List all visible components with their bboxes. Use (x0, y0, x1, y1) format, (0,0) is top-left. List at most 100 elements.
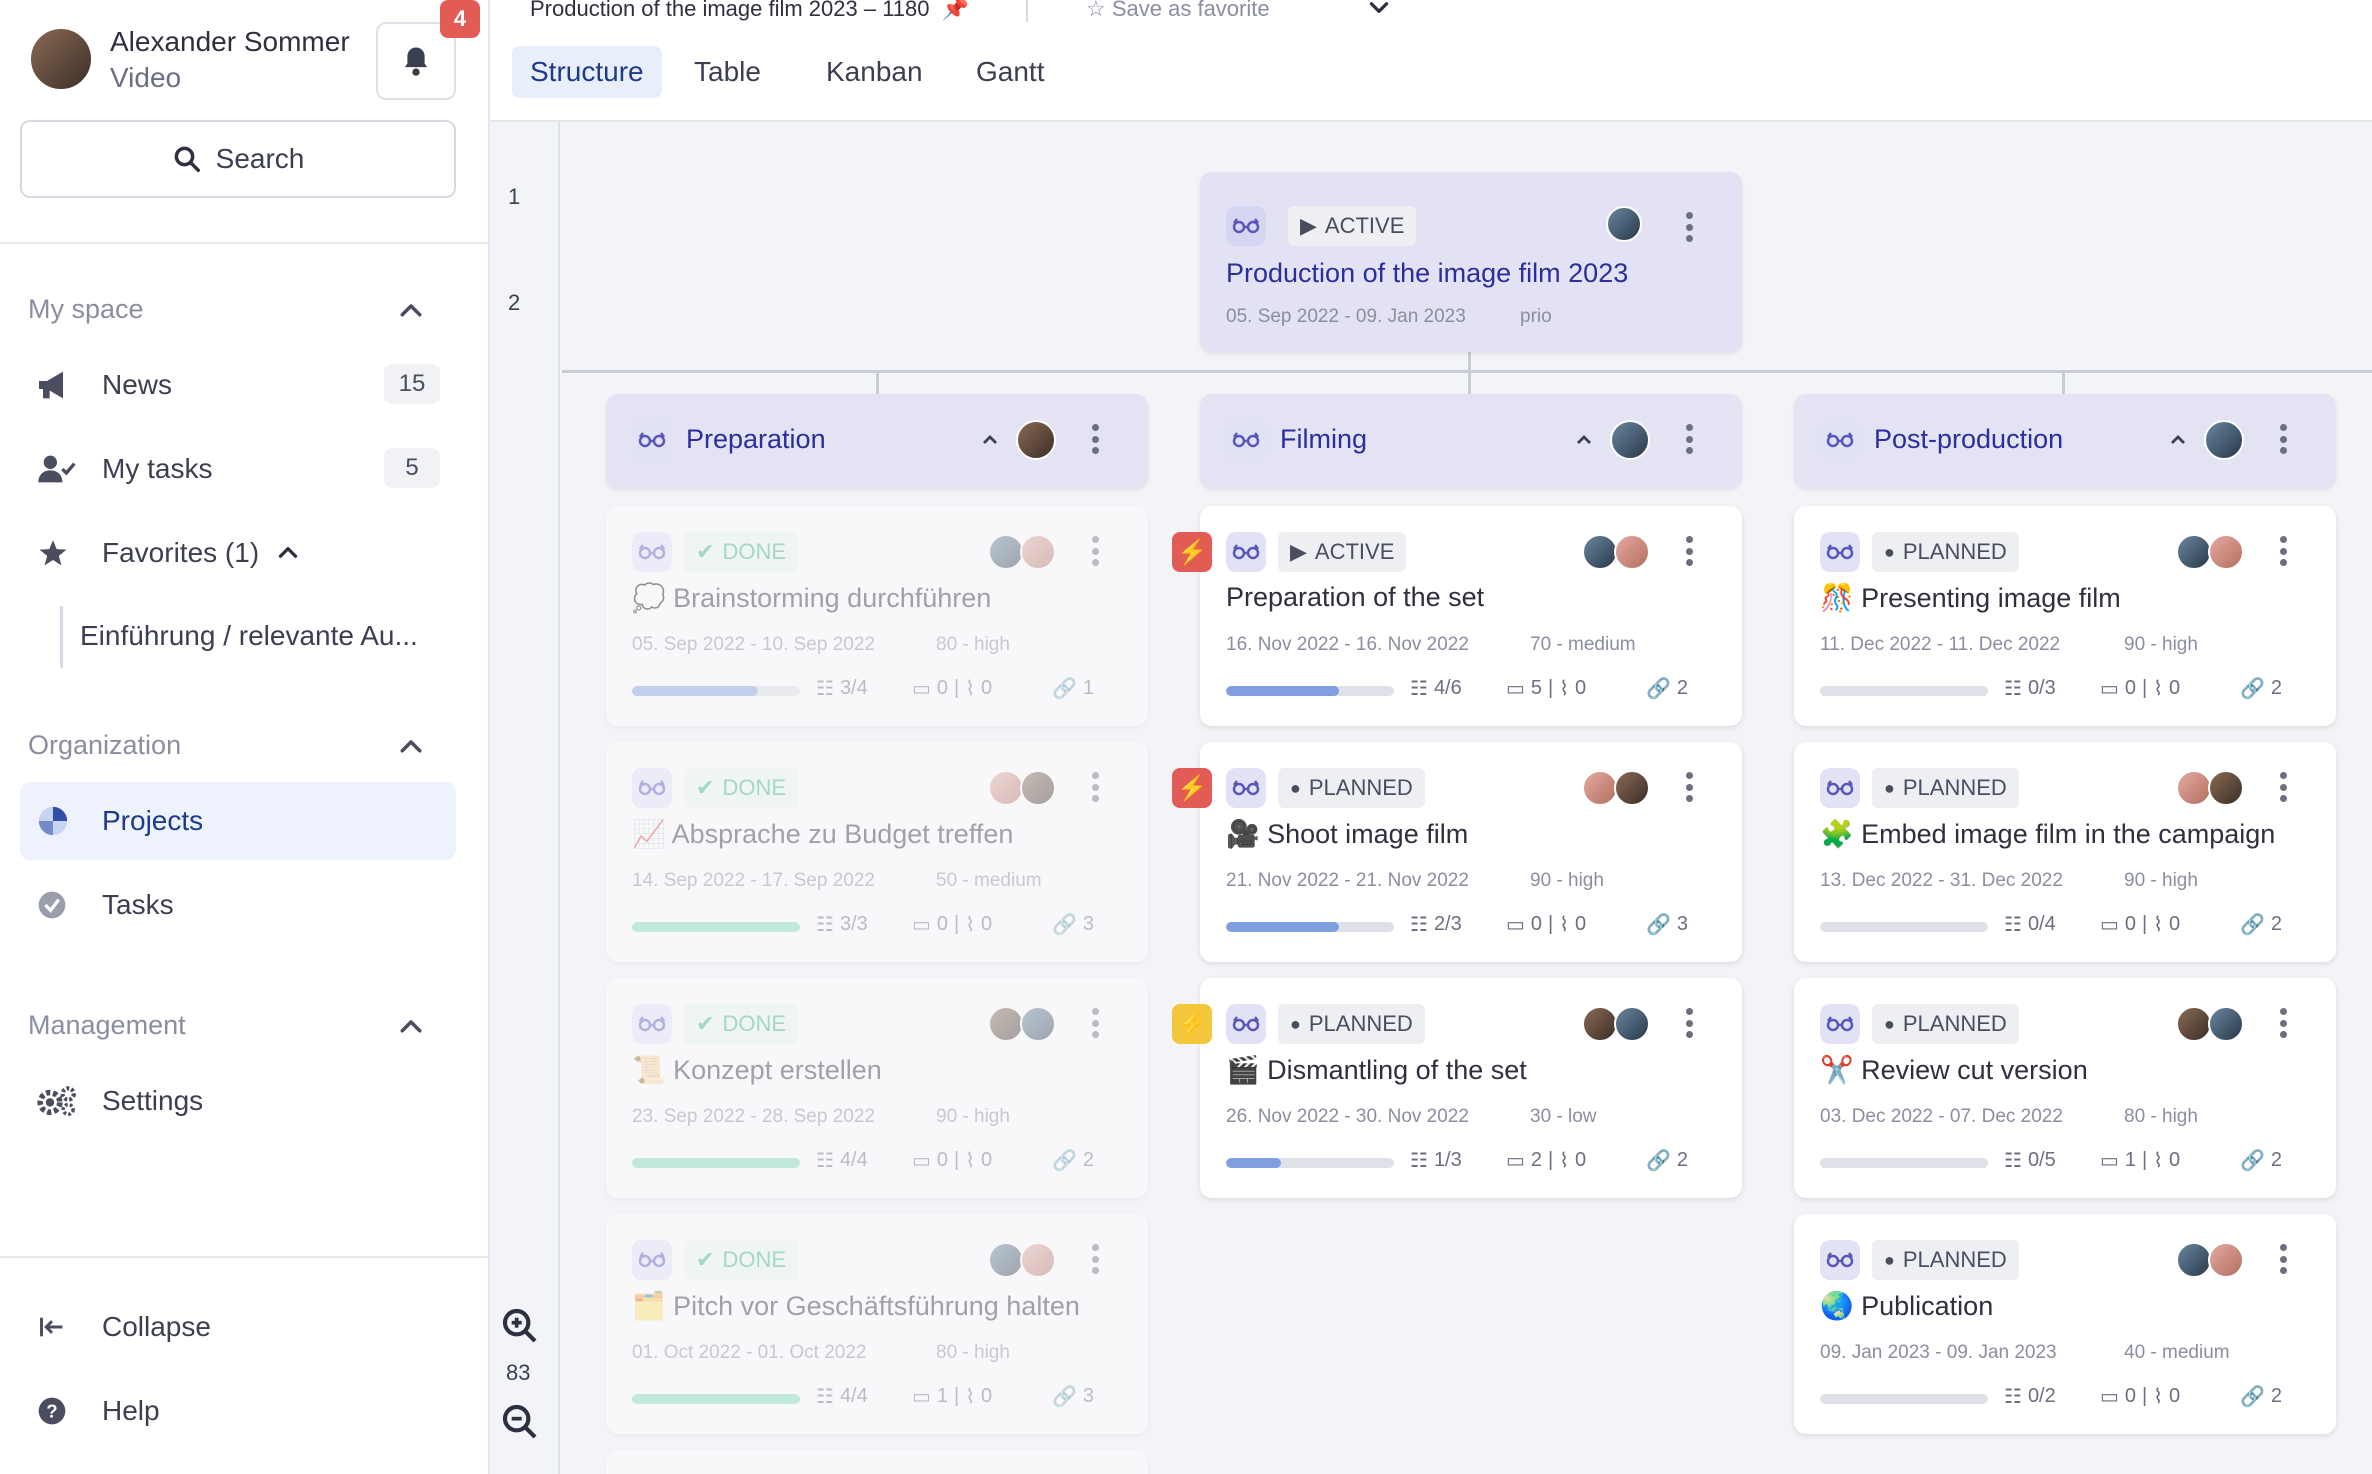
avatar[interactable] (2208, 1242, 2244, 1278)
user-avatar[interactable] (28, 26, 94, 92)
task-title[interactable]: 🎊 Presenting image film (1820, 582, 2121, 614)
root-project-title[interactable]: Production of the image film 2023 (1226, 258, 1628, 289)
favorite-item[interactable]: Einführung / relevante Au... (80, 620, 418, 652)
chevron-up-icon[interactable] (396, 732, 426, 762)
status-badge[interactable]: ● PLANNED (1278, 768, 1425, 808)
chevron-up-icon[interactable] (396, 296, 426, 326)
more-options-icon[interactable] (1684, 212, 1694, 242)
task-card[interactable]: ● PLANNED 🧩 Embed image film in the campai… (1794, 742, 2336, 962)
column-header-preparation[interactable]: Preparation (606, 394, 1148, 488)
task-card[interactable]: ✔ DONE 💭 Brainstorming durchführen 05. Sep … (606, 506, 1148, 726)
more-options-icon[interactable] (1684, 536, 1694, 566)
avatar[interactable] (988, 770, 1024, 806)
status-badge[interactable]: ● PLANNED (1872, 768, 2019, 808)
zoom-out-icon[interactable] (500, 1402, 540, 1442)
column-header-filming[interactable]: Filming (1200, 394, 1742, 488)
avatar[interactable] (1582, 770, 1618, 806)
avatar[interactable] (1016, 420, 1056, 460)
nav-favorites[interactable]: Favorites (1) (20, 514, 456, 592)
task-title[interactable]: 📈 Absprache zu Budget treffen (632, 818, 1013, 850)
chevron-down-icon[interactable] (1366, 0, 1392, 20)
chevron-up-icon[interactable] (275, 540, 301, 566)
status-badge[interactable]: ✔ DONE (684, 1004, 798, 1044)
avatar[interactable] (2208, 1006, 2244, 1042)
avatar[interactable] (2208, 534, 2244, 570)
tab-table[interactable]: Table (676, 46, 779, 98)
avatar[interactable] (2208, 770, 2244, 806)
chevron-up-icon[interactable] (978, 428, 1002, 452)
task-card[interactable]: ✔ DONE 📜 Konzept erstellen 23. Sep 2022 - 2… (606, 978, 1148, 1198)
status-badge[interactable]: ▶ ACTIVE (1278, 532, 1407, 572)
avatar[interactable] (2176, 1006, 2212, 1042)
more-options-icon[interactable] (1090, 1008, 1100, 1038)
nav-projects[interactable]: Projects (20, 782, 456, 860)
tab-kanban[interactable]: Kanban (808, 46, 941, 98)
task-card[interactable]: ✔ DONE 🗂️ Pitch vor Geschäftsführung halte… (606, 1214, 1148, 1434)
avatar[interactable] (1614, 1006, 1650, 1042)
avatar[interactable] (2204, 420, 2244, 460)
avatar[interactable] (1614, 534, 1650, 570)
column-header-post-production[interactable]: Post-production (1794, 394, 2336, 488)
task-title[interactable]: 🎥 Shoot image film (1226, 818, 1468, 850)
avatar[interactable] (988, 1006, 1024, 1042)
more-options-icon[interactable] (2278, 772, 2288, 802)
save-favorite-button[interactable]: ☆ Save as favorite (1086, 0, 1270, 22)
status-badge[interactable]: ▶ ACTIVE (1288, 206, 1417, 246)
task-card[interactable]: ● PLANNED 🎥 Shoot image film 21. Nov 2022 -… (1200, 742, 1742, 962)
avatar[interactable] (1610, 420, 1650, 460)
avatar[interactable] (988, 1242, 1024, 1278)
task-card[interactable]: ✔ DONE 📈 Absprache zu Budget treffen 14. Se… (606, 742, 1148, 962)
task-card[interactable]: ● PLANNED 🌏 Publication 09. Jan 2023 - 09. … (1794, 1214, 2336, 1434)
status-badge[interactable]: ✔ DONE (684, 1240, 798, 1280)
avatar[interactable] (2176, 1242, 2212, 1278)
avatar[interactable] (1020, 534, 1056, 570)
more-options-icon[interactable] (2278, 1244, 2288, 1274)
avatar[interactable] (2176, 534, 2212, 570)
more-options-icon[interactable] (1684, 772, 1694, 802)
status-badge[interactable]: ● PLANNED (1872, 1004, 2019, 1044)
nav-tasks[interactable]: Tasks (20, 866, 456, 944)
help-button[interactable]: ? Help (20, 1372, 456, 1450)
avatar[interactable] (1606, 206, 1642, 242)
task-card[interactable]: ● PLANNED 🎊 Presenting image film 11. Dec 2… (1794, 506, 2336, 726)
status-badge[interactable]: ● PLANNED (1872, 1240, 2019, 1280)
avatar[interactable] (1582, 534, 1618, 570)
collapse-button[interactable]: Collapse (20, 1288, 456, 1366)
status-badge[interactable]: ● PLANNED (1872, 532, 2019, 572)
nav-my-tasks[interactable]: My tasks 5 (20, 430, 456, 508)
chevron-up-icon[interactable] (396, 1012, 426, 1042)
task-card[interactable] (606, 1450, 1148, 1474)
avatar[interactable] (988, 534, 1024, 570)
task-card[interactable]: ● PLANNED ✂️ Review cut version 03. Dec 202… (1794, 978, 2336, 1198)
more-options-icon[interactable] (2278, 1008, 2288, 1038)
more-options-icon[interactable] (1684, 1008, 1694, 1038)
task-title[interactable]: 🧩 Embed image film in the campaign (1820, 818, 2275, 850)
more-options-icon[interactable] (2278, 424, 2288, 454)
status-badge[interactable]: ✔ DONE (684, 532, 798, 572)
zoom-in-icon[interactable] (500, 1306, 540, 1346)
task-title[interactable]: 💭 Brainstorming durchführen (632, 582, 991, 614)
chevron-up-icon[interactable] (2166, 428, 2190, 452)
more-options-icon[interactable] (1090, 536, 1100, 566)
task-title[interactable]: 🎬 Dismantling of the set (1226, 1054, 1527, 1086)
pin-icon[interactable]: 📌 (942, 0, 969, 21)
root-project-card[interactable]: ▶ ACTIVE Production of the image film 20… (1200, 172, 1742, 352)
avatar[interactable] (1020, 1006, 1056, 1042)
search-button[interactable]: Search (20, 120, 456, 198)
more-options-icon[interactable] (1090, 772, 1100, 802)
tab-structure[interactable]: Structure (512, 46, 662, 98)
avatar[interactable] (1020, 1242, 1056, 1278)
task-card[interactable]: ● PLANNED 🎬 Dismantling of the set 26. Nov … (1200, 978, 1742, 1198)
avatar[interactable] (1020, 770, 1056, 806)
task-card[interactable]: ▶ ACTIVE Preparation of the set 16. Nov 202… (1200, 506, 1742, 726)
more-options-icon[interactable] (1684, 424, 1694, 454)
avatar[interactable] (1614, 770, 1650, 806)
task-title[interactable]: Preparation of the set (1226, 582, 1484, 613)
chevron-up-icon[interactable] (1572, 428, 1596, 452)
avatar[interactable] (2176, 770, 2212, 806)
status-badge[interactable]: ✔ DONE (684, 768, 798, 808)
task-title[interactable]: ✂️ Review cut version (1820, 1054, 2088, 1086)
tab-gantt[interactable]: Gantt (958, 46, 1062, 98)
task-title[interactable]: 📜 Konzept erstellen (632, 1054, 882, 1086)
nav-news[interactable]: News 15 (20, 346, 456, 424)
